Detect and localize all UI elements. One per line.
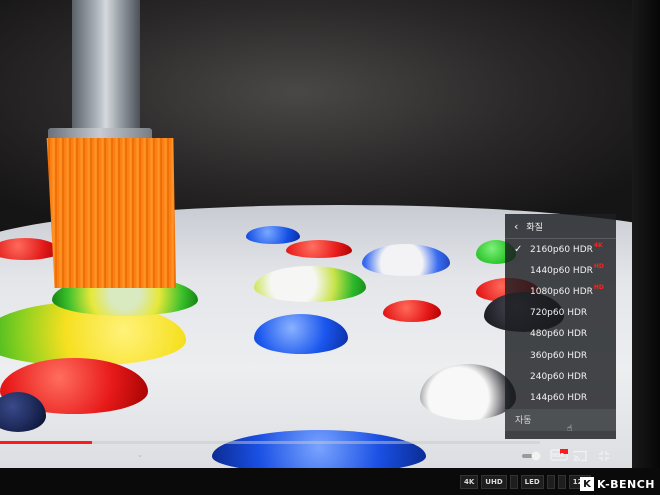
quality-badge-4k: 4K: [593, 242, 603, 250]
paint-drop-blue: [254, 314, 348, 354]
paint-drop-blue: [246, 226, 300, 244]
quality-option-360p60-hdr[interactable]: 360p60 HDR: [505, 345, 616, 366]
hdr-label: HDR: [552, 453, 565, 459]
quality-option-720p60-hdr[interactable]: 720p60 HDR: [505, 303, 616, 324]
video-progress-bar[interactable]: [0, 441, 540, 444]
logo-blank: [509, 475, 518, 489]
logo-blank: [557, 475, 566, 489]
quality-option-1440p60-hdr[interactable]: 1440p60 HDR HD: [505, 260, 616, 281]
quality-option-label: 144p60 HDR: [530, 392, 588, 403]
kbench-watermark-text: K-BENCH: [597, 477, 656, 491]
quality-option-2160p60-hdr[interactable]: ✓ 2160p60 HDR 4K: [505, 239, 616, 260]
quality-option-label: 240p60 HDR: [530, 371, 588, 382]
quality-option-1080p60-hdr[interactable]: 1080p60 HDR HD: [505, 281, 616, 302]
chevron-left-icon: ‹: [514, 219, 519, 233]
quality-settings-menu: ‹ 화질 ✓ 2160p60 HDR 4K 1440p60 HDR HD 108…: [505, 214, 616, 439]
logo-4k: 4K: [460, 475, 479, 489]
logo-uhd: UHD: [481, 475, 507, 489]
logo-blank: [546, 475, 555, 489]
kbench-watermark: K K-BENCH: [580, 476, 655, 492]
quality-option-label: 480p60 HDR: [530, 329, 588, 340]
quality-badge-hd: HD: [593, 263, 604, 271]
video-progress-played: [0, 441, 92, 444]
quality-option-label: 720p60 HDR: [530, 308, 588, 319]
quality-option-label: 1080p60 HDR: [530, 286, 593, 297]
hdr-settings-button[interactable]: HDR: [550, 449, 568, 461]
kbench-logo-icon: K: [580, 477, 594, 491]
quality-menu-title: 화질: [526, 222, 543, 233]
quality-menu-back-button[interactable]: ‹ 화질: [505, 214, 616, 239]
quality-badge-hd: HD: [593, 284, 604, 292]
monitor-bezel-right: [632, 0, 660, 495]
quality-option-480p60-hdr[interactable]: 480p60 HDR: [505, 324, 616, 345]
player-controls: ⌄ HDR: [0, 446, 632, 468]
quality-option-label: 2160p60 HDR: [530, 244, 593, 255]
cast-icon[interactable]: [573, 450, 587, 462]
autoplay-toggle-icon[interactable]: [521, 451, 543, 461]
check-icon: ✓: [514, 244, 523, 256]
quality-option-240p60-hdr[interactable]: 240p60 HDR: [505, 366, 616, 387]
screen-photo: ‹ 화질 ✓ 2160p60 HDR 4K 1440p60 HDR HD 108…: [0, 0, 660, 495]
chevron-down-icon[interactable]: ⌄: [134, 448, 146, 460]
brush-handle: [72, 0, 140, 135]
paint-drop-red: [383, 300, 441, 322]
paint-drop-blue-white: [362, 244, 450, 276]
quality-option-label: 1440p60 HDR: [530, 265, 593, 276]
paint-drop-red: [286, 240, 352, 258]
quality-option-label: 360p60 HDR: [530, 350, 588, 361]
brush-bristles: [46, 138, 176, 288]
quality-option-label: 자동: [515, 416, 532, 426]
paint-drop-green-white: [254, 266, 366, 302]
hand-cursor-icon: ☝: [567, 424, 573, 434]
fullscreen-exit-icon[interactable]: [598, 450, 610, 462]
logo-led: LED: [520, 475, 544, 489]
feature-logos: 4K UHD LED 120: [460, 475, 592, 489]
quality-option-auto[interactable]: 자동: [505, 408, 616, 431]
quality-option-144p60-hdr[interactable]: 144p60 HDR: [505, 387, 616, 408]
